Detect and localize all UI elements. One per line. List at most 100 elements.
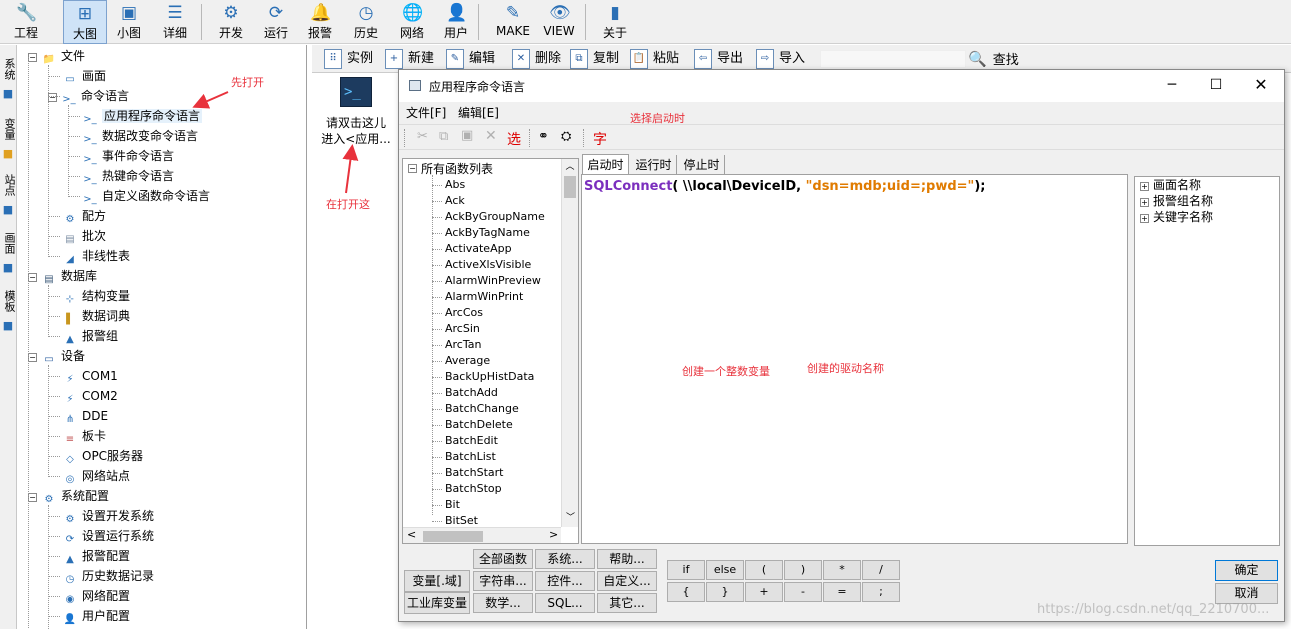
func-category-button[interactable]: 帮助... [597, 549, 657, 569]
function-item[interactable]: AlarmWinPreview [445, 273, 541, 289]
operator-button[interactable]: / [862, 560, 900, 580]
function-item[interactable]: BackUpHistData [445, 369, 534, 385]
cut-icon[interactable]: ✂ [417, 129, 428, 144]
menu-edit[interactable]: 编辑[E] [458, 104, 499, 121]
operator-button[interactable]: { [667, 582, 705, 602]
function-item[interactable]: BatchAdd [445, 385, 498, 401]
toolbar-detail-view-button[interactable]: ☰ 详细 [154, 0, 196, 44]
scroll-down-icon[interactable]: ﹀ [562, 510, 578, 527]
func-category-button[interactable]: 自定义... [597, 571, 657, 591]
function-item[interactable]: Abs [445, 177, 465, 193]
tree-item[interactable]: 👤 用户配置 [62, 607, 130, 625]
operator-button[interactable]: ; [862, 582, 900, 602]
tree-toggle[interactable]: − [28, 493, 37, 502]
function-item[interactable]: ActiveXlsVisible [445, 257, 531, 273]
tree-item[interactable]: >_ 自定义函数命令语言 [82, 187, 210, 205]
code-editor[interactable]: SQLConnect( \\local\DeviceID, "dsn=mdb;u… [581, 174, 1128, 544]
function-item[interactable]: ArcSin [445, 321, 480, 337]
ok-button[interactable]: 确定 [1215, 560, 1278, 581]
scroll-thumb[interactable] [564, 176, 576, 198]
function-item[interactable]: AckByTagName [445, 225, 530, 241]
variable-field-button[interactable]: 变量[.域] [404, 570, 470, 592]
vtab-2[interactable]: 站点 [0, 169, 17, 201]
tree-item[interactable]: − >_ 命令语言 [48, 87, 129, 105]
function-item[interactable]: ArcTan [445, 337, 481, 353]
cancel-button[interactable]: 取消 [1215, 583, 1278, 604]
tree-item[interactable]: − 📁 文件 [28, 47, 85, 65]
function-item[interactable]: Average [445, 353, 490, 369]
content-toolbar-paste-button[interactable]: 📋 粘贴 [630, 48, 679, 70]
toolbar-view-eye-button[interactable]: 👁 VIEW [537, 0, 581, 44]
delete-icon[interactable]: ✕ [485, 128, 497, 144]
toolbar-wrench-button[interactable]: 🔧 工程 [3, 0, 49, 44]
func-category-button[interactable]: 字符串... [473, 571, 533, 591]
scroll-left-icon[interactable]: < [407, 528, 416, 541]
vtab-4[interactable]: 模板 [0, 285, 17, 317]
vtab-1[interactable]: 变量 [0, 113, 17, 145]
toolbar-large-view-button[interactable]: ⊞ 大图 [63, 0, 107, 44]
tree-toggle[interactable]: − [28, 273, 37, 282]
toolbar-about-book-button[interactable]: ▮ 关于 [597, 0, 633, 44]
function-item[interactable]: BatchStop [445, 481, 502, 497]
tab-running[interactable]: 运行时 [631, 155, 677, 175]
content-toolbar-export-button[interactable]: ⇦ 导出 [694, 48, 743, 70]
find-binoculars-icon[interactable]: ⚭ [538, 129, 549, 144]
operator-button[interactable]: else [706, 560, 744, 580]
content-toolbar-import-button[interactable]: ⇨ 导入 [756, 48, 805, 70]
tree-item[interactable]: ⋔ DDE [62, 407, 108, 425]
content-toolbar-edit-doc-button[interactable]: ✎ 编辑 [446, 48, 495, 70]
tree-item[interactable]: ▲ 报警组 [62, 327, 118, 345]
tree-item[interactable]: ⊹ 结构变量 [62, 287, 130, 305]
function-item[interactable]: BatchList [445, 449, 496, 465]
operator-button[interactable]: + [745, 582, 783, 602]
function-item[interactable]: BatchStart [445, 465, 504, 481]
function-root-toggle[interactable]: − [408, 164, 417, 173]
function-item[interactable]: BatchChange [445, 401, 519, 417]
operator-button[interactable]: ) [784, 560, 822, 580]
function-item[interactable]: AckByGroupName [445, 209, 545, 225]
tree-item[interactable]: − ▭ 设备 [28, 347, 85, 365]
tree-item[interactable]: ◢ 非线性表 [62, 247, 130, 265]
replace-icon[interactable]: ⛭ [561, 129, 571, 144]
tree-item[interactable]: ≡ 板卡 [62, 427, 106, 445]
toolbar-develop-gear-button[interactable]: ⚙ 开发 [208, 0, 254, 44]
name-tree-item[interactable]: + 关键字名称 [1140, 209, 1213, 225]
search-input[interactable] [820, 50, 966, 68]
copy-icon[interactable]: ⧉ [439, 129, 448, 144]
operator-button[interactable]: * [823, 560, 861, 580]
toolbar-bell-button[interactable]: 🔔 报警 [297, 0, 343, 44]
command-item[interactable]: >_ 请双击这儿 进入<应用... [318, 77, 394, 147]
tab-stop[interactable]: 停止时 [679, 155, 725, 175]
toolbar-history-clock-button[interactable]: ◷ 历史 [345, 0, 387, 44]
select-var-button[interactable]: 选 [507, 129, 521, 149]
tree-item[interactable]: ▌ 数据词典 [62, 307, 130, 325]
content-toolbar-instance-button[interactable]: ⠿ 实例 [324, 48, 373, 70]
tree-item[interactable]: ⚡ COM2 [62, 387, 117, 405]
tree-item[interactable]: ⚙ 设置开发系统 [62, 507, 155, 525]
func-category-button[interactable]: 其它... [597, 593, 657, 613]
paste-icon[interactable]: ▣ [461, 128, 473, 143]
tree-item[interactable]: ⚙ 配方 [62, 207, 107, 225]
name-tree-item[interactable]: + 画面名称 [1140, 177, 1201, 193]
toolbar-user-button[interactable]: 👤 用户 [436, 0, 476, 44]
function-item[interactable]: Ack [445, 193, 465, 209]
function-item[interactable]: BatchEdit [445, 433, 498, 449]
tree-item[interactable]: ◷ 历史数据记录 [62, 567, 154, 585]
toolbar-small-view-button[interactable]: ▣ 小图 [109, 0, 149, 44]
expand-icon[interactable]: + [1140, 198, 1149, 207]
tree-toggle[interactable]: − [28, 53, 37, 62]
menu-file[interactable]: 文件[F] [406, 104, 446, 121]
tree-toggle[interactable]: − [28, 353, 37, 362]
func-category-button[interactable]: SQL... [535, 593, 595, 613]
content-toolbar-delete-doc-button[interactable]: ✕ 删除 [512, 48, 561, 70]
tree-item[interactable]: >_ 应用程序命令语言 [82, 107, 203, 125]
function-item[interactable]: ActivateApp [445, 241, 512, 257]
tab-startup[interactable]: 启动时 [582, 154, 629, 174]
scroll-right-icon[interactable]: > [549, 528, 558, 541]
tree-item[interactable]: >_ 数据改变命令语言 [82, 127, 198, 145]
tree-item[interactable]: ▭ 画面 [62, 67, 106, 85]
vtab-0[interactable]: 系统 [0, 53, 17, 85]
function-item[interactable]: AlarmWinPrint [445, 289, 523, 305]
search-button[interactable]: 🔍 查找 [968, 48, 1019, 70]
tree-item[interactable]: ⚡ COM1 [62, 367, 117, 385]
